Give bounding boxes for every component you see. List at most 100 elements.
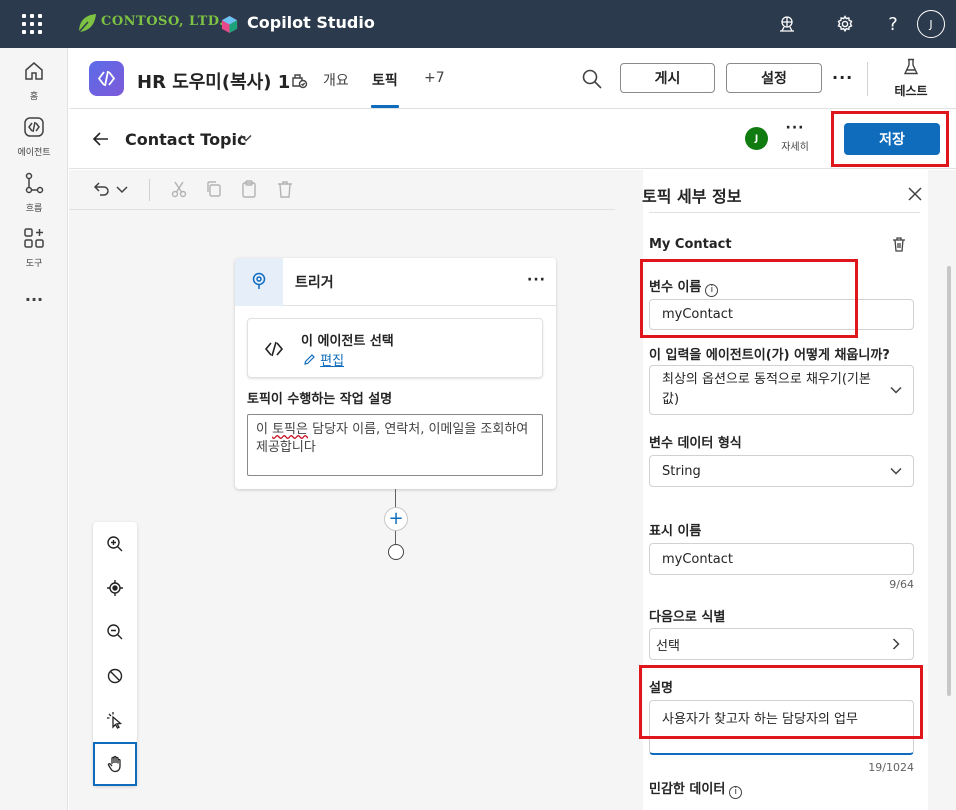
tab-topics[interactable]: 토픽 bbox=[372, 70, 398, 90]
app-launcher-icon[interactable] bbox=[22, 14, 42, 34]
rail-item-flows[interactable]: 흐름 bbox=[0, 171, 68, 214]
canvas-controls bbox=[93, 522, 137, 786]
header-more-button[interactable]: ··· bbox=[832, 68, 853, 87]
tools-icon bbox=[24, 228, 44, 248]
pan-mode-button[interactable] bbox=[93, 742, 137, 786]
close-icon[interactable] bbox=[907, 186, 923, 202]
pointer-select-icon bbox=[107, 712, 123, 729]
app-name: Copilot Studio bbox=[247, 13, 375, 32]
home-icon bbox=[25, 62, 43, 80]
trigger-description-input[interactable]: 이 토픽은 담당자 이름, 연락처, 이메일을 조회하여 제공합니다 bbox=[247, 414, 543, 476]
select-mode-button[interactable] bbox=[93, 698, 137, 742]
undo-dropdown-icon[interactable] bbox=[115, 179, 129, 199]
chevron-right-icon bbox=[892, 638, 900, 650]
chevron-down-icon bbox=[890, 386, 902, 394]
back-arrow-icon[interactable] bbox=[91, 129, 111, 149]
contoso-leaf-icon bbox=[78, 14, 96, 33]
publish-button[interactable]: 게시 bbox=[620, 63, 715, 93]
identify-as-label: 다음으로 식별 bbox=[649, 610, 726, 625]
settings-button[interactable]: 설정 bbox=[726, 63, 822, 93]
cut-icon[interactable] bbox=[169, 179, 189, 199]
rail-item-home[interactable]: 홈 bbox=[0, 59, 68, 102]
details-label: 자세히 bbox=[781, 142, 809, 153]
collaborator-avatar[interactable]: J bbox=[745, 127, 768, 150]
rail-more-button[interactable]: ··· bbox=[0, 290, 68, 309]
map-off-icon bbox=[107, 668, 123, 684]
paste-icon[interactable] bbox=[239, 179, 259, 199]
trash-icon[interactable] bbox=[891, 236, 907, 252]
undo-icon[interactable] bbox=[91, 179, 111, 199]
copilot-studio-logo-icon bbox=[221, 15, 238, 34]
identify-as-selector[interactable]: 선택 bbox=[649, 628, 914, 660]
edit-link[interactable]: 편집 bbox=[303, 350, 344, 369]
trigger-node-more-button[interactable]: ··· bbox=[527, 272, 546, 288]
rail-item-agents[interactable]: 에이전트 bbox=[0, 115, 68, 158]
info-icon[interactable]: i bbox=[729, 786, 743, 799]
trigger-description-label: 토픽이 수행하는 작업 설명 bbox=[247, 392, 393, 407]
trigger-node-header: 트리거 ··· bbox=[235, 258, 556, 306]
hand-icon bbox=[107, 755, 121, 773]
panel-scrollbar[interactable] bbox=[947, 266, 951, 696]
highlight-variable-name bbox=[640, 259, 858, 338]
more-dots-icon: ··· bbox=[785, 120, 805, 136]
trigger-node[interactable]: 트리거 ··· 이 에이전트 선택 편집 토픽이 수행하는 작업 설명 이 토픽… bbox=[235, 258, 556, 489]
settings-gear-icon[interactable] bbox=[833, 12, 857, 36]
sensitive-data-label: 민감한 데이터 i bbox=[649, 778, 743, 799]
beaker-icon bbox=[903, 58, 919, 75]
test-button[interactable]: 테스트 bbox=[881, 58, 941, 99]
topic-title[interactable]: Contact Topic bbox=[125, 130, 246, 149]
environment-icon[interactable] bbox=[775, 12, 799, 36]
trigger-icon bbox=[252, 272, 266, 289]
flows-icon bbox=[25, 172, 44, 194]
fill-method-value: 최상의 옵션으로 동적으로 채우기(기본값) bbox=[662, 372, 871, 407]
identify-as-value: 선택 bbox=[656, 638, 680, 654]
user-avatar[interactable]: J bbox=[917, 10, 945, 38]
agent-status-icon[interactable] bbox=[289, 70, 309, 90]
top-bar: CONTOSO, LTD. Copilot Studio ? J bbox=[0, 0, 956, 48]
brand-name: CONTOSO, LTD. bbox=[101, 14, 225, 29]
end-node bbox=[388, 544, 404, 560]
active-tab-indicator bbox=[371, 105, 399, 108]
rail-label-flows: 흐름 bbox=[25, 204, 43, 214]
details-more-button[interactable]: ··· 자세히 bbox=[777, 121, 813, 153]
canvas-toolbar bbox=[69, 170, 615, 210]
data-format-value: String bbox=[662, 463, 701, 479]
test-label: 테스트 bbox=[894, 84, 928, 98]
display-name-input[interactable]: myContact bbox=[649, 543, 914, 575]
fill-method-dropdown[interactable]: 최상의 옵션으로 동적으로 채우기(기본값) bbox=[649, 365, 914, 415]
authoring-canvas[interactable]: 트리거 ··· 이 에이전트 선택 편집 토픽이 수행하는 작업 설명 이 토픽… bbox=[69, 170, 615, 810]
agent-header: HR 도우미(복사) 1 개요 토픽 +7 게시 설정 ··· 테스트 bbox=[69, 48, 956, 109]
zoom-in-icon bbox=[107, 536, 123, 552]
agents-icon bbox=[24, 117, 44, 137]
copy-icon[interactable] bbox=[204, 179, 224, 199]
agent-avatar bbox=[89, 61, 124, 96]
minimap-toggle-button[interactable] bbox=[93, 654, 137, 698]
rail-item-tools[interactable]: 도구 bbox=[0, 226, 68, 269]
highlight-save bbox=[831, 111, 949, 167]
add-node-button[interactable]: + bbox=[384, 507, 408, 531]
edit-link-label: 편집 bbox=[320, 354, 345, 369]
rail-label-agents: 에이전트 bbox=[17, 148, 51, 158]
pencil-icon bbox=[304, 354, 315, 365]
zoom-in-button[interactable] bbox=[93, 522, 137, 566]
delete-icon[interactable] bbox=[275, 179, 295, 199]
help-icon[interactable]: ? bbox=[881, 12, 905, 36]
data-format-label: 변수 데이터 형식 bbox=[649, 436, 742, 451]
search-icon[interactable] bbox=[581, 68, 603, 90]
zoom-out-button[interactable] bbox=[93, 610, 137, 654]
fit-view-button[interactable] bbox=[93, 566, 137, 610]
chevron-down-icon bbox=[890, 467, 902, 475]
topic-toolbar: Contact Topic J ··· 자세히 저장 bbox=[69, 109, 956, 169]
tab-overview[interactable]: 개요 bbox=[323, 70, 349, 90]
section-name: My Contact bbox=[649, 237, 732, 252]
agent-icon bbox=[264, 341, 284, 357]
chevron-down-icon[interactable] bbox=[239, 131, 253, 145]
description-counter: 19/1024 bbox=[868, 761, 914, 774]
data-format-dropdown[interactable]: String bbox=[649, 455, 914, 487]
zoom-out-icon bbox=[107, 624, 123, 640]
agent-select-card[interactable]: 이 에이전트 선택 편집 bbox=[247, 318, 543, 378]
panel-divider bbox=[649, 212, 920, 213]
sensitive-data-label-text: 민감한 데이터 bbox=[649, 782, 726, 797]
rail-label-tools: 도구 bbox=[25, 259, 43, 269]
tab-more[interactable]: +7 bbox=[424, 70, 445, 86]
